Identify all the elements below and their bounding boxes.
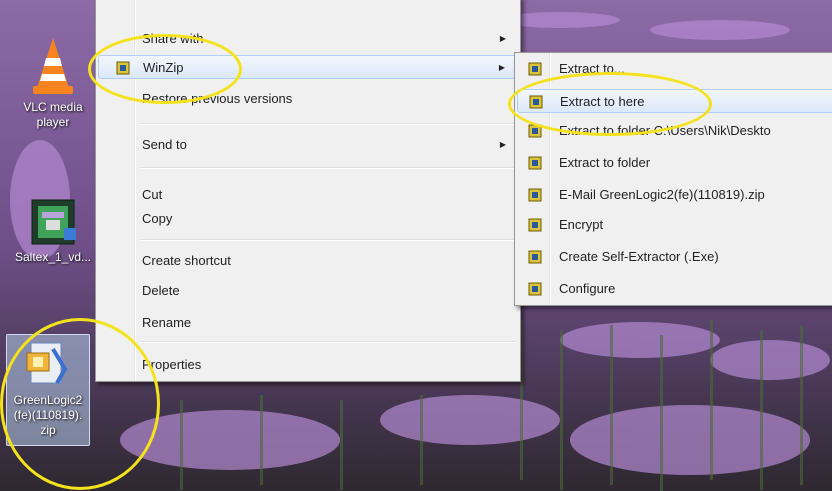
submenu-arrow-icon: ▶ <box>499 34 506 43</box>
menu-item-label: Copy <box>142 211 173 226</box>
submenu-item-create-self-extractor[interactable]: Create Self-Extractor (.Exe) <box>517 245 832 269</box>
menu-item-copy[interactable]: Copy <box>98 207 518 231</box>
desktop-icon-greenlogic-zip[interactable]: GreenLogic2(fe)(110819).zip <box>6 334 90 446</box>
menu-item-label: Share with <box>142 31 204 46</box>
video-file-icon <box>31 199 76 245</box>
desktop-icon-label: Saltex_1_vd... <box>14 250 92 264</box>
winzip-icon <box>528 62 542 76</box>
menu-item-label: Encrypt <box>559 217 604 232</box>
menu-item-label: Create shortcut <box>142 253 231 268</box>
winzip-icon <box>528 282 542 296</box>
submenu-item-extract-to-here[interactable]: Extract to here <box>517 89 832 113</box>
desktop-icon-video[interactable]: Saltex_1_vd... <box>6 198 100 265</box>
desktop-icon-vlc[interactable]: VLC media player <box>6 36 100 130</box>
menu-separator <box>140 341 516 343</box>
vlc-cone-icon <box>33 38 73 94</box>
menu-item-winzip[interactable]: WinZip ▶ <box>98 55 518 79</box>
menu-separator <box>140 167 516 169</box>
menu-item-create-shortcut[interactable]: Create shortcut <box>98 249 518 273</box>
menu-item-label: Extract to folder C:\Users\Nik\Deskto <box>559 123 771 138</box>
submenu-item-extract-to-folder[interactable]: Extract to folder <box>517 151 832 175</box>
menu-item-share-with[interactable]: Share with ▶ <box>98 27 518 51</box>
winzip-icon <box>529 95 543 109</box>
menu-item-label: Extract to... <box>559 61 625 76</box>
menu-item-label: Create Self-Extractor (.Exe) <box>559 249 719 264</box>
menu-item-label: Restore previous versions <box>142 91 293 106</box>
menu-separator <box>140 239 516 241</box>
submenu-arrow-icon: ▶ <box>499 140 506 149</box>
winzip-icon <box>528 250 542 264</box>
desktop-icon-label: GreenLogic2(fe)(110819).zip <box>13 393 83 437</box>
winzip-icon <box>116 61 130 75</box>
menu-item-label: Delete <box>142 283 180 298</box>
winzip-icon <box>528 124 542 138</box>
context-menu: Share with ▶ WinZip ▶ Restore previous v… <box>95 0 521 382</box>
menu-item-label: Rename <box>142 315 192 330</box>
winzip-icon <box>528 156 542 170</box>
menu-item-label: WinZip <box>143 60 184 75</box>
menu-item-delete[interactable]: Delete <box>98 279 518 303</box>
submenu-arrow-icon: ▶ <box>498 63 505 72</box>
menu-item-label: Extract to here <box>560 94 645 109</box>
menu-item-properties[interactable]: Properties <box>98 353 518 377</box>
menu-item-rename[interactable]: Rename <box>98 311 518 335</box>
winzip-submenu: Extract to... Extract to here Extract to… <box>514 52 832 306</box>
menu-item-label: Properties <box>142 357 202 372</box>
submenu-item-extract-to[interactable]: Extract to... <box>517 57 832 81</box>
menu-item-cut[interactable]: Cut <box>98 183 518 207</box>
menu-item-send-to[interactable]: Send to ▶ <box>98 133 518 157</box>
menu-item-label: E-Mail GreenLogic2(fe)(110819).zip <box>559 187 765 202</box>
menu-separator <box>140 123 516 125</box>
menu-item-label: Send to <box>142 137 187 152</box>
submenu-item-extract-to-folder-path[interactable]: Extract to folder C:\Users\Nik\Deskto <box>517 119 832 143</box>
winzip-archive-icon <box>26 342 68 384</box>
winzip-icon <box>528 218 542 232</box>
menu-item-restore-previous-versions[interactable]: Restore previous versions <box>98 87 518 111</box>
submenu-item-email-zip[interactable]: E-Mail GreenLogic2(fe)(110819).zip <box>517 183 832 207</box>
submenu-item-configure[interactable]: Configure <box>517 277 832 301</box>
submenu-item-encrypt[interactable]: Encrypt <box>517 213 832 237</box>
menu-item-label: Configure <box>559 281 616 296</box>
menu-item-label: Cut <box>142 187 163 202</box>
desktop-icon-label: VLC media player <box>23 100 83 129</box>
menu-item-label: Extract to folder <box>559 155 651 170</box>
winzip-icon <box>528 188 542 202</box>
